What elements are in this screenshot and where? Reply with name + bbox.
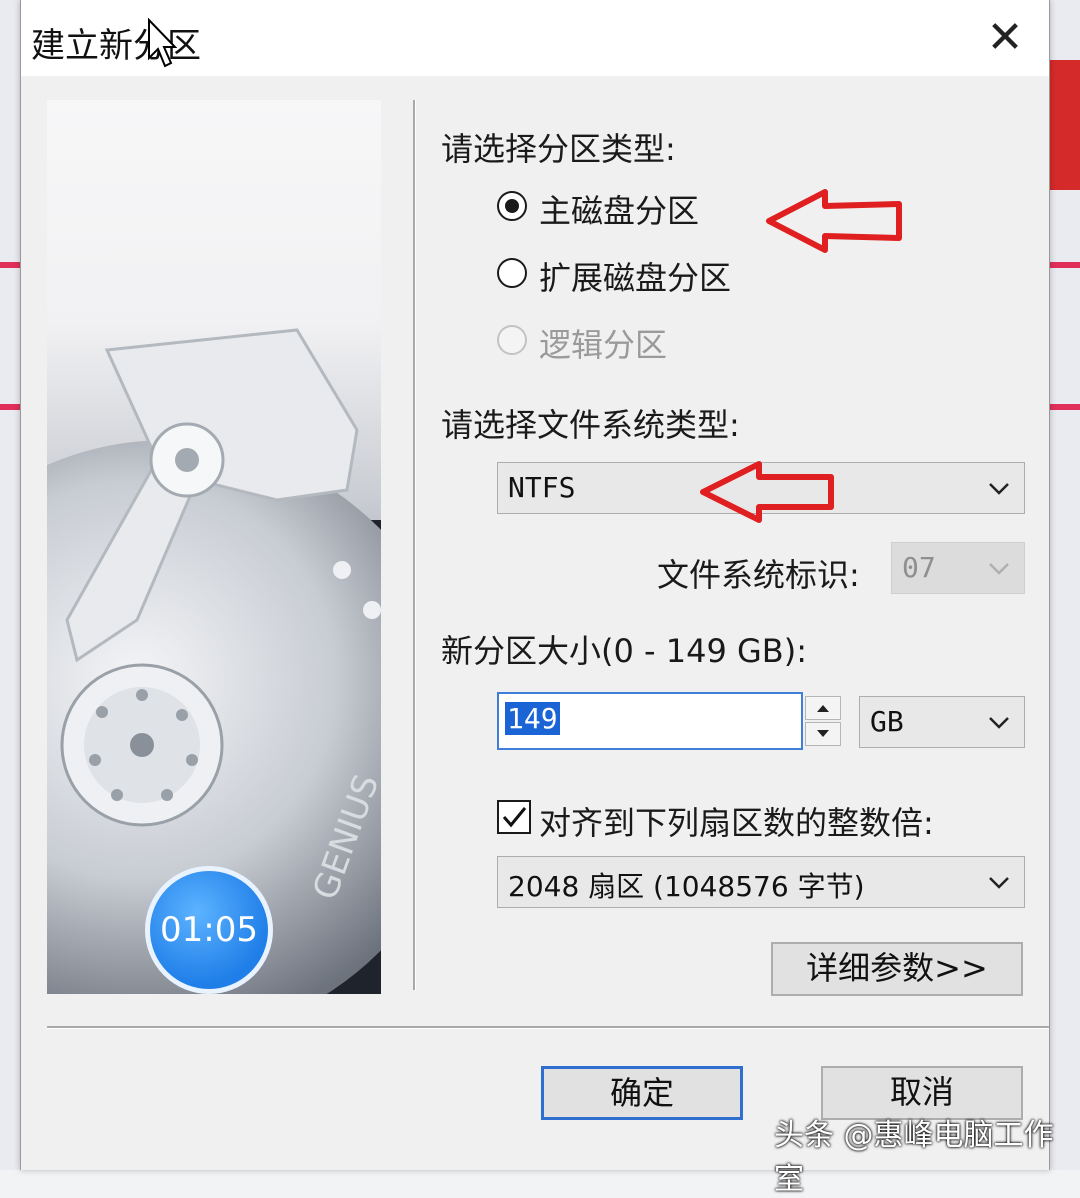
- mouse-cursor-icon: [148, 18, 177, 68]
- align-sectors-label[interactable]: 对齐到下列扇区数的整数倍:: [539, 798, 934, 844]
- background-red-line: [0, 262, 20, 268]
- radio-logical-partition-label: 逻辑分区: [539, 326, 668, 364]
- video-timer-badge: 01:05: [145, 866, 273, 994]
- file-system-id-value: 07: [902, 551, 936, 584]
- watermark: 头条 @惠峰电脑工作室: [774, 1118, 1054, 1197]
- radio-primary-partition-label[interactable]: 主磁盘分区: [539, 186, 699, 232]
- background-red-line: [1048, 262, 1080, 268]
- radio-primary-partition[interactable]: [497, 191, 527, 221]
- spin-down-button[interactable]: [805, 722, 841, 746]
- background-red-line: [1048, 404, 1080, 410]
- chevron-down-icon: [989, 483, 1009, 495]
- align-sectors-checkbox[interactable]: [497, 800, 531, 834]
- hard-drive-illustration: GENIUS: [47, 100, 381, 994]
- background-warning-block: [1048, 60, 1080, 190]
- close-button[interactable]: ✕: [975, 8, 1035, 68]
- chevron-down-icon: [989, 877, 1009, 889]
- dialog-titlebar: 建立新分区 ✕: [21, 0, 1049, 76]
- chevron-down-icon: [989, 563, 1009, 575]
- vertical-divider: [413, 100, 416, 990]
- radio-extended-partition[interactable]: [497, 258, 527, 288]
- partition-size-spinner[interactable]: [805, 696, 841, 748]
- hard-drive-icon: GENIUS: [47, 328, 381, 994]
- partition-size-value: 149: [505, 702, 560, 735]
- horizontal-divider: [47, 1026, 1049, 1029]
- file-system-heading: 请选择文件系统类型:: [441, 406, 740, 444]
- alignment-select[interactable]: 2048 扇区 (1048576 字节): [497, 856, 1025, 908]
- partition-type-heading: 请选择分区类型:: [441, 130, 676, 168]
- chevron-down-icon: [989, 717, 1009, 729]
- radio-extended-partition-label[interactable]: 扩展磁盘分区: [539, 253, 731, 299]
- caret-down-icon: [817, 730, 829, 737]
- size-unit-value: GB: [870, 705, 904, 738]
- file-system-id-label: 文件系统标识:: [657, 556, 860, 594]
- partition-size-heading: 新分区大小(0 - 149 GB):: [441, 632, 808, 670]
- file-system-select-value: NTFS: [508, 471, 576, 504]
- spin-up-button[interactable]: [805, 696, 841, 720]
- size-unit-select[interactable]: GB: [859, 696, 1025, 748]
- radio-logical-partition: [497, 325, 527, 355]
- red-arrow-annotation: [700, 461, 834, 523]
- red-arrow-annotation: [766, 189, 902, 253]
- file-system-id-select: 07: [891, 542, 1025, 594]
- caret-up-icon: [817, 705, 829, 712]
- new-partition-dialog: 建立新分区 ✕ GENIUS 01:05 请选择分区类型: 主磁盘分区 扩展磁盘…: [20, 0, 1050, 1170]
- background-app-left-edge: [0, 0, 20, 1170]
- background-red-line: [0, 404, 20, 410]
- ok-button[interactable]: 确定: [541, 1066, 743, 1120]
- details-button[interactable]: 详细参数>>: [771, 942, 1023, 996]
- partition-size-input[interactable]: 149: [497, 692, 803, 750]
- checkmark-icon: [502, 807, 527, 828]
- alignment-select-value: 2048 扇区 (1048576 字节): [508, 870, 865, 903]
